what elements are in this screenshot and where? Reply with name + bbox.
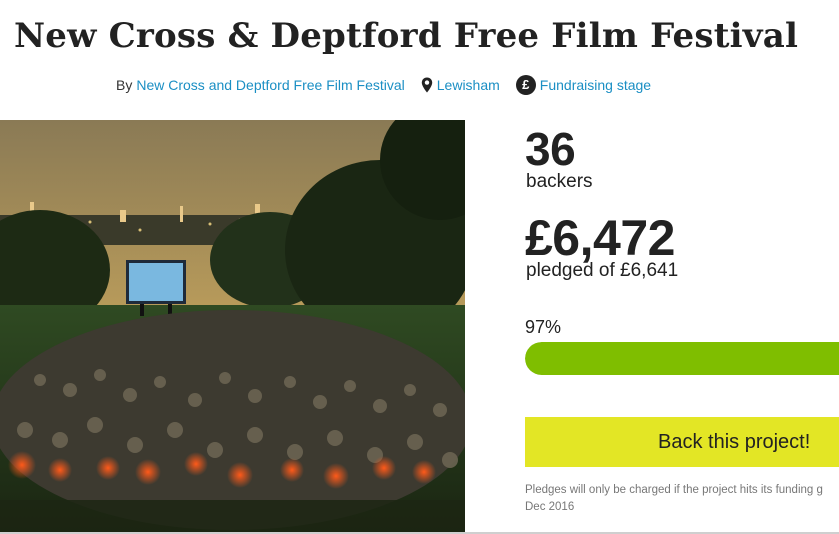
funding-progress-bar — [525, 342, 839, 375]
funded-percent: 97% — [525, 317, 562, 337]
pledged-goal-label: pledged of £6,641 — [526, 260, 679, 281]
pledged-amount: £6,472 — [525, 210, 675, 266]
pledge-footnote-line-2: Dec 2016 — [525, 501, 575, 513]
project-page: New Cross & Deptford Free Film Festival … — [0, 0, 839, 534]
by-label: By — [116, 77, 133, 93]
funding-progress-fill — [525, 342, 839, 375]
pledge-footnote: Pledges will only be charged if the proj… — [525, 482, 839, 516]
pound-circle-icon: £ — [515, 75, 536, 95]
project-meta: By New Cross and Deptford Free Film Fest… — [116, 74, 651, 96]
stage-link[interactable]: Fundraising stage — [540, 77, 651, 93]
backers-count: 36 — [525, 123, 576, 175]
project-hero-image — [0, 120, 465, 532]
map-pin-icon — [421, 77, 432, 93]
creator-link[interactable]: New Cross and Deptford Free Film Festiva… — [136, 77, 404, 93]
location-link[interactable]: Lewisham — [437, 77, 500, 93]
back-project-button[interactable]: Back this project! — [525, 417, 839, 467]
backers-label: backers — [526, 171, 593, 192]
pledge-footnote-line-1: Pledges will only be charged if the proj… — [525, 484, 823, 496]
project-title: New Cross & Deptford Free Film Festival — [14, 16, 799, 56]
outdoor-cinema-photo — [0, 120, 465, 532]
